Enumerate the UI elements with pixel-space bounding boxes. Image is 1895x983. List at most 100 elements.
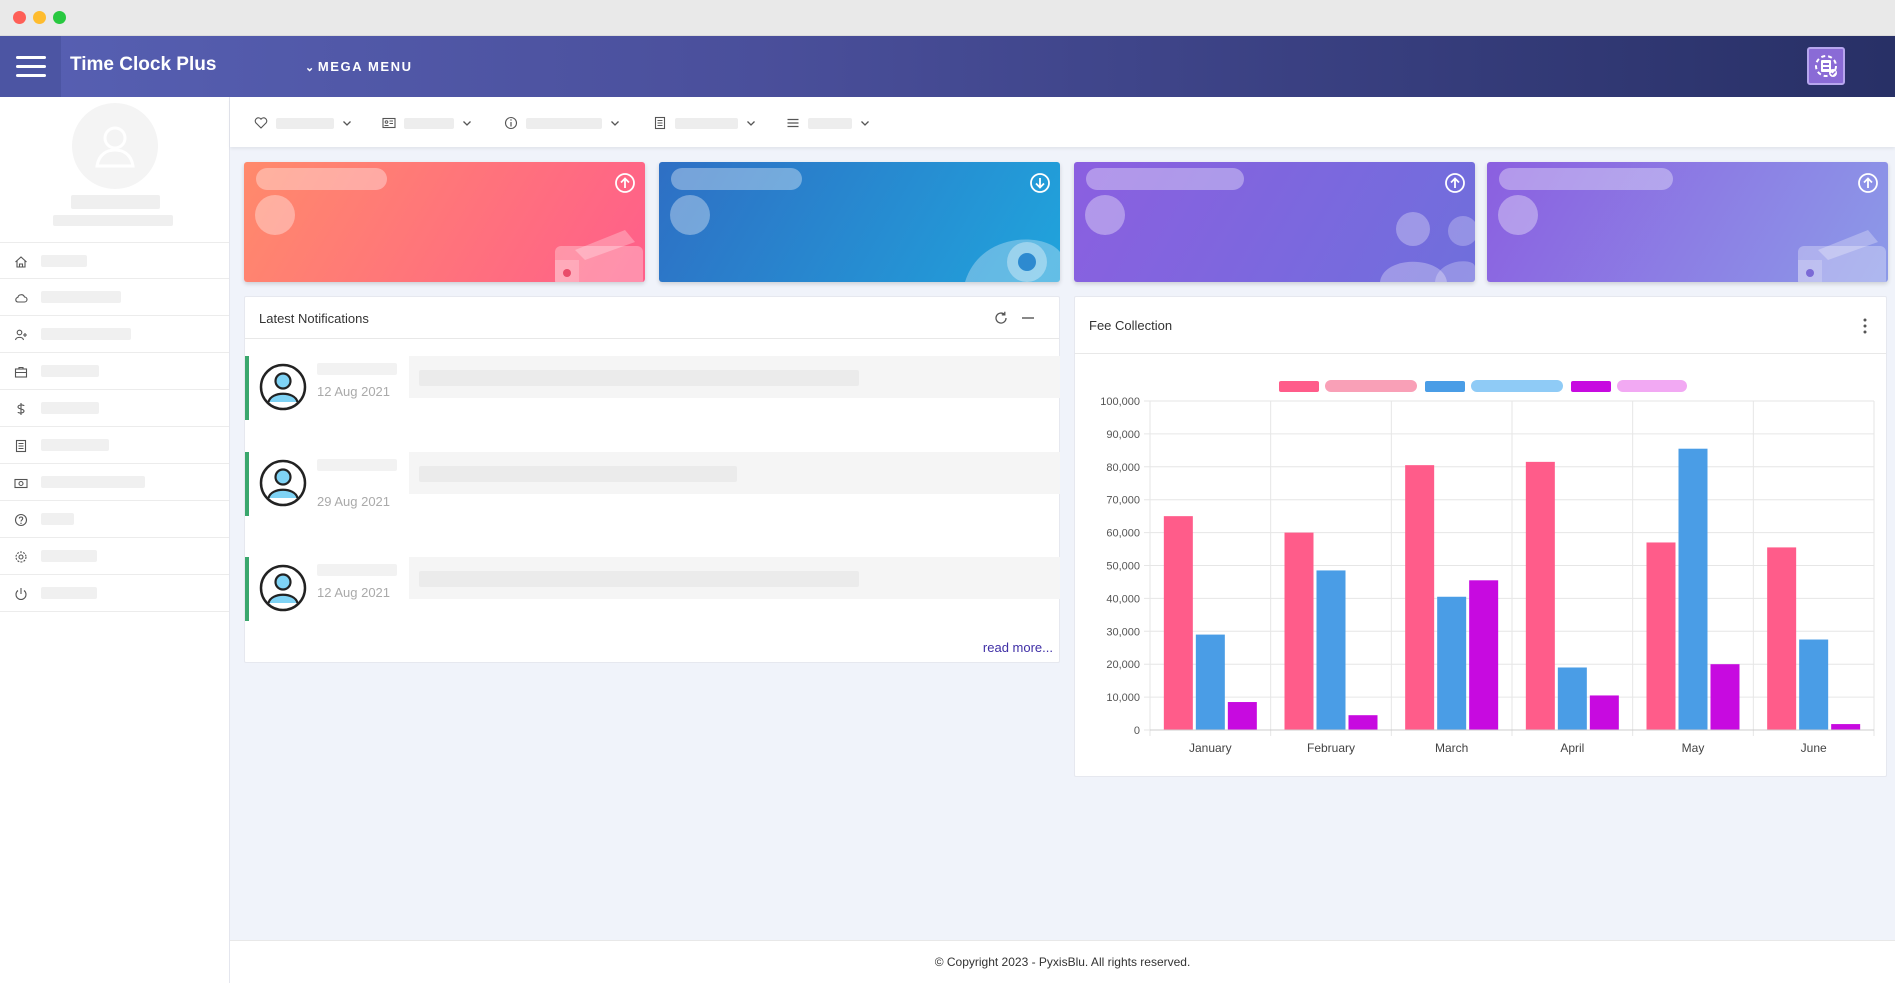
arrow-down-circle-icon[interactable]	[1029, 172, 1051, 194]
bar	[1831, 724, 1861, 730]
sidebar-item-label	[41, 255, 87, 267]
eye-icon	[965, 239, 1060, 282]
x-tick-label: March	[1435, 741, 1468, 755]
stat-card[interactable]	[244, 162, 645, 282]
user-add-icon	[14, 329, 27, 341]
toolbar-info-dropdown[interactable]	[504, 115, 620, 131]
chevron-down-icon	[343, 121, 351, 126]
id-card-icon	[382, 117, 396, 129]
toolbar-list-dropdown[interactable]	[786, 115, 870, 131]
bar	[1348, 715, 1378, 730]
y-tick-label: 80,000	[1106, 462, 1140, 474]
fee-collection-chart: 0 10,000 20,000 30,000 40,000 50,000 60,000 70,…	[1100, 396, 1875, 755]
bar	[1557, 667, 1587, 730]
close-window-button[interactable]	[13, 11, 26, 24]
dollar-icon	[17, 403, 25, 415]
notification-message	[409, 557, 1060, 599]
toolbar-favorites-dropdown[interactable]	[254, 115, 352, 131]
bar	[1469, 580, 1499, 730]
sidebar-item-home[interactable]	[0, 242, 229, 279]
read-more-link[interactable]: read more...	[983, 640, 1053, 655]
toolbar-documents-dropdown[interactable]	[653, 115, 756, 131]
notifications-header: Latest Notifications	[245, 297, 1059, 339]
profile-role-placeholder	[53, 215, 173, 226]
arrow-up-circle-icon[interactable]	[1857, 172, 1879, 194]
sidebar-item-settings[interactable]	[0, 538, 229, 575]
toolbar-profile-dropdown[interactable]	[382, 115, 472, 131]
y-tick-label: 50,000	[1106, 561, 1140, 573]
arrow-up-circle-icon[interactable]	[1444, 172, 1466, 194]
hamburger-icon[interactable]	[0, 36, 61, 97]
chevron-down-icon	[747, 121, 755, 126]
more-vertical-icon[interactable]	[1859, 317, 1871, 335]
minus-icon[interactable]	[1020, 310, 1036, 326]
notifications-panel: Latest Notifications 12 Aug 2021 29 Aug …	[244, 296, 1060, 663]
user-avatar-icon	[259, 564, 307, 612]
app-header: Time Clock Plus ⌄ MEGA MENU	[0, 36, 1895, 97]
notification-item[interactable]: 12 Aug 2021	[245, 557, 1060, 621]
sidebar-item-cloud[interactable]	[0, 279, 229, 316]
sidebar-menu	[0, 242, 229, 612]
stat-card[interactable]	[1074, 162, 1475, 282]
briefcase-icon	[14, 366, 28, 378]
bar	[1195, 634, 1225, 730]
camera-icon	[14, 478, 28, 489]
sidebar-item-label	[41, 587, 97, 599]
bar	[1525, 461, 1555, 730]
settings-icon	[15, 551, 27, 563]
minimize-window-button[interactable]	[33, 11, 46, 24]
bar	[1710, 664, 1740, 730]
refresh-icon[interactable]	[993, 310, 1009, 326]
y-tick-label: 70,000	[1106, 495, 1140, 507]
sidebar-item-documents[interactable]	[0, 427, 229, 464]
wallet-icon	[1798, 230, 1886, 282]
user-avatar-icon[interactable]	[72, 103, 158, 189]
cloud-icon	[15, 294, 28, 303]
heart-icon	[254, 117, 268, 129]
chevron-down-icon: ⌄	[305, 62, 316, 74]
sidebar	[0, 97, 230, 983]
sidebar-item-label	[41, 291, 121, 303]
bar	[1799, 639, 1829, 730]
sidebar-item-label	[41, 439, 109, 451]
sidebar-item-label	[41, 550, 97, 562]
mega-menu-label: MEGA MENU	[317, 59, 413, 74]
list-icon	[787, 118, 799, 128]
footer: © Copyright 2023 - PyxisBlu. All rights …	[230, 940, 1895, 983]
y-tick-label: 20,000	[1106, 659, 1140, 671]
y-tick-label: 60,000	[1106, 528, 1140, 540]
bar	[1227, 702, 1257, 730]
notification-item[interactable]: 12 Aug 2021	[245, 356, 1060, 420]
mega-menu-button[interactable]: ⌄ MEGA MENU	[305, 59, 413, 74]
copyright-text: © Copyright 2023 - PyxisBlu. All rights …	[934, 955, 1191, 969]
home-icon	[15, 256, 27, 268]
sidebar-item-logout[interactable]	[0, 575, 229, 612]
notification-date: 12 Aug 2021	[317, 585, 391, 600]
notification-message	[409, 356, 1060, 398]
y-tick-label: 0	[1134, 725, 1140, 737]
user-avatar-icon	[259, 459, 307, 507]
help-icon	[14, 513, 28, 527]
y-tick-label: 100,000	[1100, 396, 1140, 408]
y-tick-label: 30,000	[1106, 626, 1140, 638]
bar	[1405, 465, 1435, 730]
quick-toolbar	[230, 97, 1895, 147]
notification-item[interactable]: 29 Aug 2021	[245, 452, 1060, 516]
sidebar-item-payments[interactable]	[0, 390, 229, 427]
sidebar-item-label	[41, 513, 74, 525]
bar	[1316, 570, 1346, 730]
sidebar-item-media[interactable]	[0, 464, 229, 501]
bar	[1589, 695, 1619, 730]
sidebar-item-help[interactable]	[0, 501, 229, 538]
stat-card[interactable]	[1487, 162, 1888, 282]
x-tick-label: January	[1189, 741, 1232, 755]
sidebar-item-label	[41, 328, 131, 340]
arrow-up-circle-icon[interactable]	[614, 172, 636, 194]
window-titlebar	[0, 0, 1895, 36]
sidebar-item-users[interactable]	[0, 316, 229, 353]
stat-card[interactable]	[659, 162, 1060, 282]
y-tick-label: 10,000	[1106, 692, 1140, 704]
sidebar-item-jobs[interactable]	[0, 353, 229, 390]
app-switch-icon[interactable]	[1807, 47, 1845, 85]
maximize-window-button[interactable]	[53, 11, 66, 24]
